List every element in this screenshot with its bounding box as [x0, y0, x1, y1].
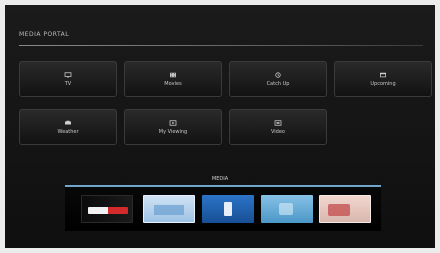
tile-video-label: Video: [270, 128, 285, 135]
thumb-sky-blue[interactable]: [261, 195, 313, 223]
film-icon: [170, 72, 176, 77]
media-carousel: [65, 187, 381, 231]
tile-tv-label: TV: [64, 80, 72, 87]
media-section-title: MEDIA: [211, 176, 229, 182]
tile-tv[interactable]: TV: [19, 61, 117, 97]
tile-video[interactable]: Video: [229, 109, 327, 145]
tile-movies[interactable]: Movies: [124, 61, 222, 97]
calendar-icon: [380, 72, 386, 77]
video-icon: [274, 119, 282, 126]
media-portal-screen: MEDIA PORTAL TV Movies Catch Up Upcoming…: [5, 5, 435, 248]
section-title: MEDIA PORTAL: [19, 31, 70, 38]
tile-weather[interactable]: Weather: [19, 109, 117, 145]
viewing-icon: [169, 119, 177, 126]
tv-icon: [64, 71, 72, 78]
tile-catch-up-label: Catch Up: [266, 80, 290, 87]
title-divider: [19, 45, 423, 46]
thumb-pink-red[interactable]: [319, 195, 371, 223]
tile-my-viewing[interactable]: My Viewing: [124, 109, 222, 145]
thumb-blue-icon[interactable]: [202, 195, 254, 223]
weather-icon: [65, 120, 71, 124]
thumb-brand-logo[interactable]: [81, 195, 133, 223]
tile-weather-label: Weather: [57, 128, 79, 135]
tile-my-viewing-label: My Viewing: [158, 128, 188, 135]
tile-upcoming[interactable]: Upcoming: [334, 61, 432, 97]
tile-upcoming-label: Upcoming: [370, 80, 396, 87]
thumb-light-blue[interactable]: [143, 195, 195, 223]
tile-catch-up[interactable]: Catch Up: [229, 61, 327, 97]
tile-movies-label: Movies: [164, 80, 182, 87]
brand-logo-icon: [88, 207, 128, 214]
clock-icon: [275, 71, 281, 78]
